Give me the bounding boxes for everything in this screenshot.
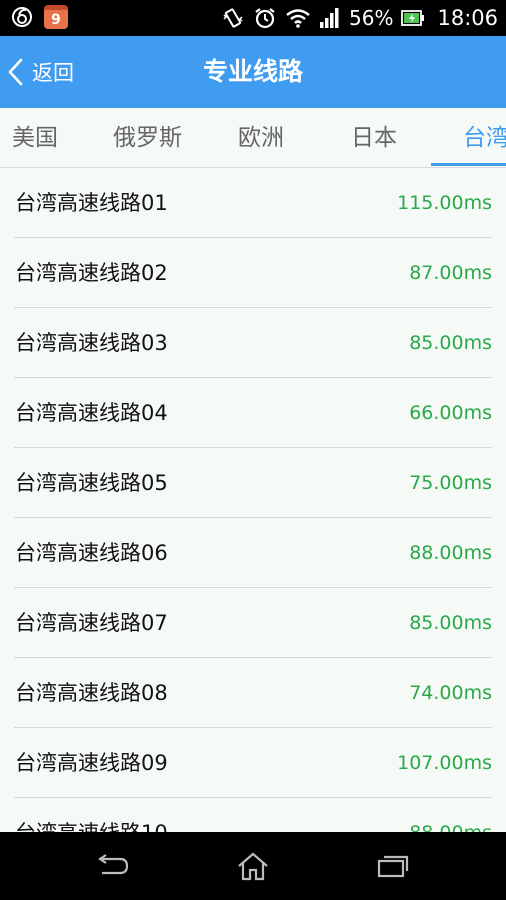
route-name: 台湾高速线路03 (15, 331, 168, 355)
app-bar: 专业线路 返回 (0, 36, 506, 108)
route-row[interactable]: 台湾高速线路07 85.00ms (14, 588, 492, 658)
route-name: 台湾高速线路07 (15, 611, 168, 635)
status-bar: 9 56% 18:06 (0, 0, 506, 36)
page-title: 专业线路 (202, 57, 303, 86)
calendar-icon: 9 (44, 5, 68, 29)
route-row[interactable]: 台湾高速线路09 107.00ms (14, 728, 492, 798)
signal-icon (319, 7, 341, 29)
route-latency: 85.00ms (409, 612, 492, 634)
tab-usa[interactable]: 美国 (12, 108, 58, 167)
route-latency: 88.00ms (409, 798, 492, 832)
route-latency: 85.00ms (409, 332, 492, 354)
route-name: 台湾高速线路06 (15, 541, 168, 565)
status-bar-left: 9 (10, 5, 68, 29)
tab-taiwan[interactable]: 台湾 (463, 108, 506, 167)
navigation-bar (0, 832, 506, 900)
battery-percent: 56% (349, 6, 394, 30)
route-latency: 66.00ms (409, 402, 492, 424)
route-row[interactable]: 台湾高速线路06 88.00ms (14, 518, 492, 588)
nav-recent-apps-button[interactable] (353, 832, 433, 900)
recent-apps-icon (376, 853, 410, 879)
route-name: 台湾高速线路08 (15, 681, 168, 705)
nav-back-button[interactable] (72, 832, 152, 900)
chevron-left-icon (6, 57, 26, 87)
route-name: 台湾高速线路01 (15, 191, 168, 215)
nav-home-button[interactable] (213, 832, 293, 900)
region-tabs: 美国 俄罗斯 欧洲 日本 台湾 (0, 108, 506, 168)
active-tab-indicator (431, 163, 506, 166)
route-row[interactable]: 台湾高速线路05 75.00ms (14, 448, 492, 518)
tab-europe[interactable]: 欧洲 (238, 108, 284, 167)
tab-russia[interactable]: 俄罗斯 (113, 108, 182, 167)
route-name: 台湾高速线路05 (15, 471, 168, 495)
route-latency: 115.00ms (397, 192, 492, 214)
route-name: 台湾高速线路02 (15, 261, 168, 285)
route-row[interactable]: 台湾高速线路10 88.00ms (14, 798, 492, 832)
wifi-icon (285, 7, 311, 29)
status-bar-right: 56% 18:06 (221, 5, 498, 31)
home-icon (236, 851, 270, 881)
route-name: 台湾高速线路09 (15, 751, 168, 775)
clock: 18:06 (437, 6, 498, 30)
vibrate-icon (221, 6, 245, 30)
route-latency: 88.00ms (409, 542, 492, 564)
route-name: 台湾高速线路04 (15, 401, 168, 425)
route-row[interactable]: 台湾高速线路04 66.00ms (14, 378, 492, 448)
calendar-day: 9 (44, 5, 68, 29)
back-button[interactable]: 返回 (6, 36, 74, 108)
route-latency: 107.00ms (397, 752, 492, 774)
route-latency: 75.00ms (409, 472, 492, 494)
route-row[interactable]: 台湾高速线路02 87.00ms (14, 238, 492, 308)
route-row[interactable]: 台湾高速线路08 74.00ms (14, 658, 492, 728)
route-latency: 87.00ms (409, 262, 492, 284)
route-name: 台湾高速线路10 (15, 798, 168, 832)
tab-japan[interactable]: 日本 (351, 108, 397, 167)
battery-charging-icon (401, 9, 425, 27)
route-list: 台湾高速线路01 115.00ms 台湾高速线路02 87.00ms 台湾高速线… (0, 168, 506, 832)
alarm-icon (253, 6, 277, 30)
back-icon (94, 853, 130, 879)
app-notification-icon (10, 5, 34, 29)
route-latency: 74.00ms (409, 682, 492, 704)
back-label: 返回 (32, 61, 74, 85)
route-row[interactable]: 台湾高速线路03 85.00ms (14, 308, 492, 378)
route-row[interactable]: 台湾高速线路01 115.00ms (14, 168, 492, 238)
